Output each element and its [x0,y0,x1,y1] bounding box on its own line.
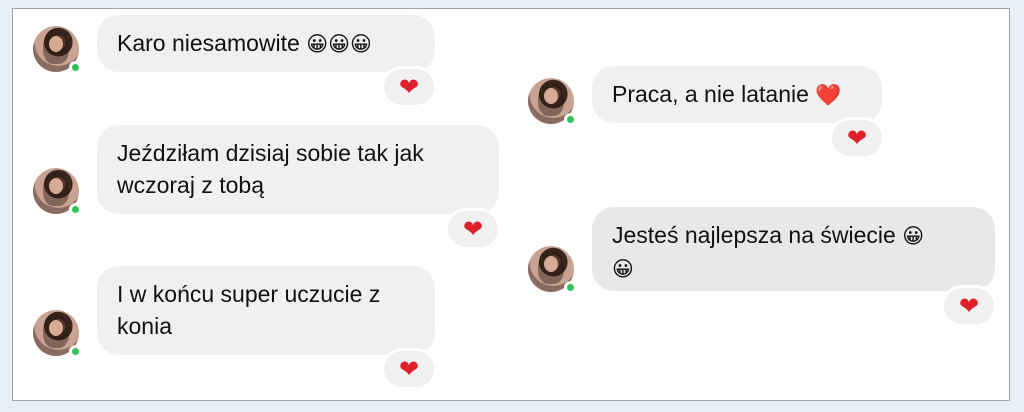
message-text: Karo niesamowite [117,30,300,56]
online-dot-icon [69,61,82,74]
reaction-badge[interactable]: ❤ [832,120,882,156]
message-bubble[interactable]: Jeździłam dzisiaj sobie tak jak wczoraj … [97,125,499,214]
avatar[interactable] [528,78,577,126]
avatar[interactable] [33,26,82,74]
heart-icon: ❤ [398,355,420,383]
emoji-text: 😀 [612,257,634,281]
message-bubble[interactable]: Karo niesamowite 😀😀😀 [97,15,435,72]
avatar-face [49,36,63,52]
reaction-badge[interactable]: ❤ [384,69,434,105]
reaction-badge[interactable]: ❤ [944,288,994,324]
online-dot-icon [564,113,577,126]
avatar-face [544,256,558,272]
message-text: Jesteś najlepsza na świecie [612,222,896,248]
emoji-text: 😀 [902,224,925,248]
message-bubble[interactable]: Praca, a nie latanie ❤️ [592,66,882,123]
message-bubble[interactable]: Jesteś najlepsza na świecie 😀 😀 [592,207,995,291]
heart-icon: ❤ [398,73,420,101]
heart-icon: ❤ [462,215,484,243]
avatar-face [49,178,63,194]
avatar-face [544,88,558,104]
heart-icon: ❤ [846,124,868,152]
message-bubble[interactable]: I w końcu super uczucie z konia [97,266,435,355]
reaction-badge[interactable]: ❤ [448,211,498,247]
reaction-badge[interactable]: ❤ [384,351,434,387]
avatar[interactable] [528,246,577,294]
message-text: Jeździłam dzisiaj sobie tak jak wczoraj … [117,140,424,198]
message-text: Praca, a nie latanie [612,81,809,107]
online-dot-icon [69,203,82,216]
avatar[interactable] [33,310,82,358]
message-text: I w końcu super uczucie z konia [117,281,381,339]
heart-emoji: ❤️ [815,83,842,107]
avatar-face [49,320,63,336]
online-dot-icon [564,281,577,294]
online-dot-icon [69,345,82,358]
emoji-text: 😀😀😀 [306,32,372,56]
heart-icon: ❤ [958,292,980,320]
avatar[interactable] [33,168,82,216]
